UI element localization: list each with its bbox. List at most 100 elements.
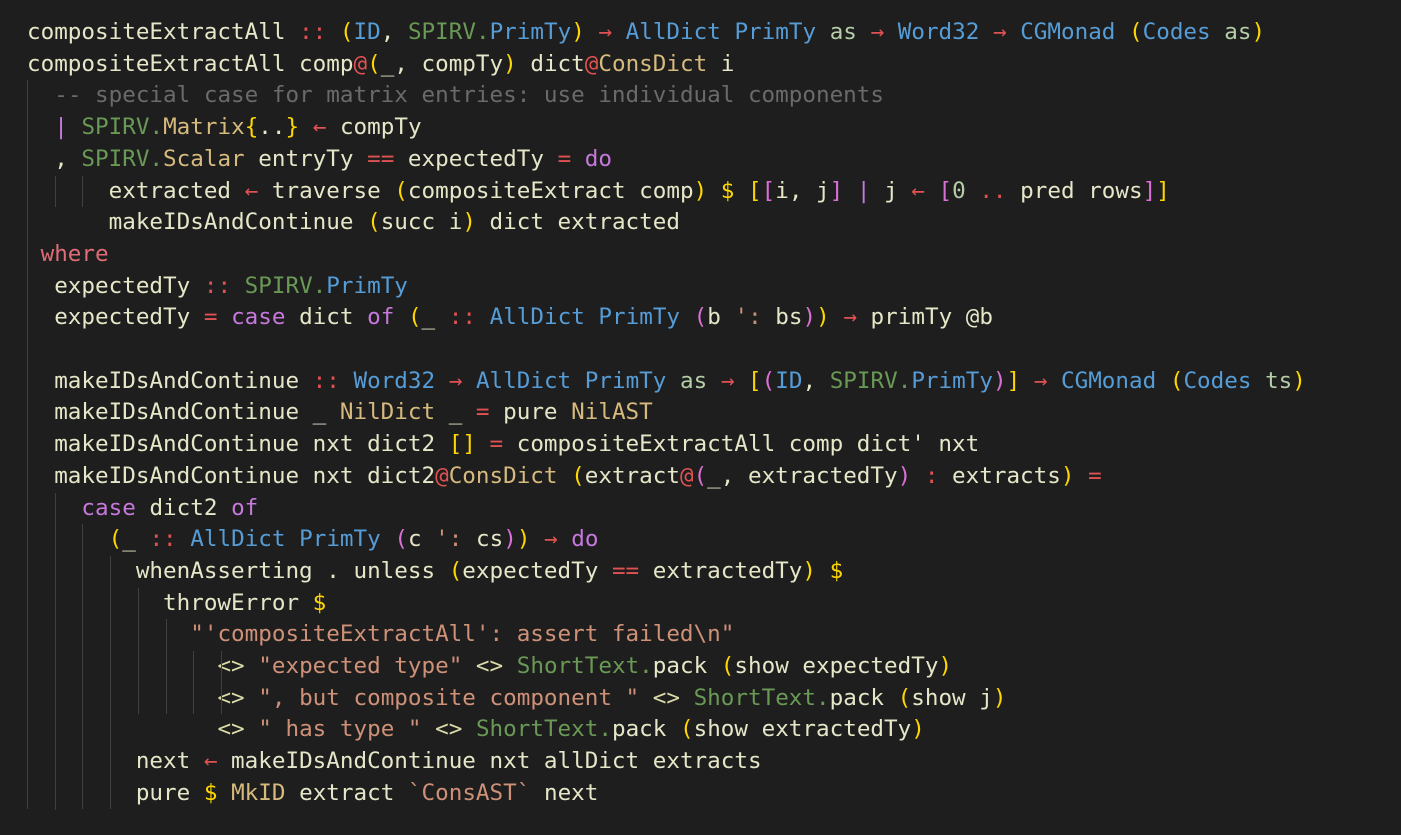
- code-token: (: [448, 557, 463, 584]
- code-token: ID: [775, 367, 803, 394]
- code-token: expectedTy: [462, 557, 612, 584]
- code-token: ): [911, 716, 925, 743]
- code-token: |: [856, 177, 871, 204]
- code-line[interactable]: where: [27, 239, 109, 271]
- indent-guide: [138, 587, 139, 715]
- code-token: $: [312, 589, 327, 616]
- code-line[interactable]: compositeExtractAll :: (ID, SPIRV.PrimTy…: [27, 17, 1265, 49]
- code-token: pred rows: [1006, 177, 1143, 204]
- code-token: "'compositeExtractAll': assert failed\n": [190, 621, 735, 648]
- code-token: AllDict: [489, 304, 585, 331]
- code-line[interactable]: "'compositeExtractAll': assert failed\n": [27, 619, 734, 651]
- code-token: expectedTy: [27, 304, 204, 331]
- code-token: AllDict: [190, 526, 286, 553]
- code-editor[interactable]: compositeExtractAll :: (ID, SPIRV.PrimTy…: [0, 0, 1401, 835]
- code-token: ): [802, 557, 816, 584]
- code-line[interactable]: (_ :: AllDict PrimTy (c ': cs)) → do: [27, 524, 599, 556]
- code-token: do: [571, 526, 599, 553]
- code-token: PrimTy: [734, 19, 817, 45]
- code-token: [: [761, 177, 776, 204]
- code-line[interactable]: expectedTy = case dict of (_ :: AllDict …: [27, 302, 993, 334]
- code-token: show j: [911, 684, 993, 711]
- code-token: -- special case for matrix entries: use …: [54, 82, 884, 109]
- code-token: _: [435, 399, 476, 426]
- code-token: ':: [435, 526, 463, 553]
- code-line[interactable]: makeIDsAndContinue _ NilDict _ = pure Ni…: [27, 397, 653, 429]
- code-line[interactable]: makeIDsAndContinue :: Word32 → AllDict P…: [27, 366, 1306, 398]
- code-token: ): [992, 367, 1007, 394]
- code-token: ts: [1265, 367, 1293, 394]
- code-line[interactable]: -- special case for matrix entries: use …: [27, 80, 884, 112]
- code-token: ,: [802, 367, 830, 394]
- code-token: SPIRV.: [81, 114, 164, 141]
- code-line[interactable]: <> ", but composite component " <> Short…: [27, 683, 1006, 715]
- code-token: PrimTy: [489, 19, 572, 45]
- code-token: Word32: [897, 19, 980, 45]
- code-token: PrimTy: [299, 526, 381, 553]
- code-token: as: [680, 367, 708, 394]
- code-line[interactable]: next ← makeIDsAndContinue nxt allDict ex…: [27, 746, 762, 778]
- code-line[interactable]: <> " has type " <> ShortText.pack (show …: [27, 714, 925, 746]
- code-token: compositeExtractAll: [27, 19, 300, 45]
- code-line[interactable]: whenAsserting . unless (expectedTy == ex…: [27, 556, 843, 588]
- code-token: =: [489, 431, 504, 458]
- code-token: [: [748, 177, 762, 204]
- code-line[interactable]: makeIDsAndContinue nxt dict2@ConsDict (e…: [27, 461, 1102, 493]
- code-token: primTy @b: [856, 304, 993, 331]
- code-token: 0: [952, 177, 966, 204]
- code-token: PrimTy: [584, 367, 667, 394]
- code-token: [: [938, 177, 953, 204]
- indent-guide: [193, 651, 194, 715]
- code-line[interactable]: pure $ MkID extract `ConsAST` next: [27, 778, 599, 810]
- code-token: ,: [380, 19, 408, 45]
- code-token: ): [516, 526, 531, 553]
- code-token: (: [1169, 367, 1184, 394]
- code-token: ==: [611, 557, 640, 584]
- code-line[interactable]: case dict2 of: [27, 493, 258, 525]
- code-token: ): [1292, 367, 1306, 394]
- code-line[interactable]: compositeExtractAll comp@(_, compTy) dic…: [27, 49, 734, 81]
- code-token: dict: [285, 304, 368, 331]
- code-line[interactable]: extracted ← traverse (compositeExtract c…: [27, 176, 1170, 208]
- code-token: :: [924, 462, 939, 489]
- code-token: pure: [489, 399, 572, 426]
- code-token: whenAsserting . unless: [27, 557, 449, 584]
- code-line[interactable]: , SPIRV.Scalar entryTy == expectedTy = d…: [27, 144, 612, 176]
- code-line[interactable]: throwError $: [27, 588, 326, 620]
- code-token: Scalar: [163, 145, 245, 172]
- code-token: Word32: [353, 367, 436, 394]
- code-token: @: [435, 462, 449, 489]
- code-token: ): [462, 209, 476, 236]
- code-line[interactable]: makeIDsAndContinue nxt dict2 [] = compos…: [27, 429, 979, 461]
- code-token: CGMonad: [1061, 367, 1157, 394]
- code-token: (: [679, 716, 694, 743]
- code-token: ConsDict: [598, 50, 708, 77]
- code-token: PrimTy: [326, 272, 408, 299]
- code-token: =: [1088, 462, 1102, 489]
- code-line[interactable]: | SPIRV.Matrix{..} ← compTy: [27, 112, 421, 144]
- code-token: makeIDsAndContinue: [27, 367, 313, 394]
- code-token: " has type ": [258, 716, 422, 743]
- code-line[interactable]: expectedTy :: SPIRV.PrimTy: [27, 271, 408, 303]
- code-line[interactable]: makeIDsAndContinue (succ i) dict extract…: [27, 207, 680, 239]
- code-token: expectedTy: [394, 145, 558, 172]
- code-token: |: [54, 114, 68, 141]
